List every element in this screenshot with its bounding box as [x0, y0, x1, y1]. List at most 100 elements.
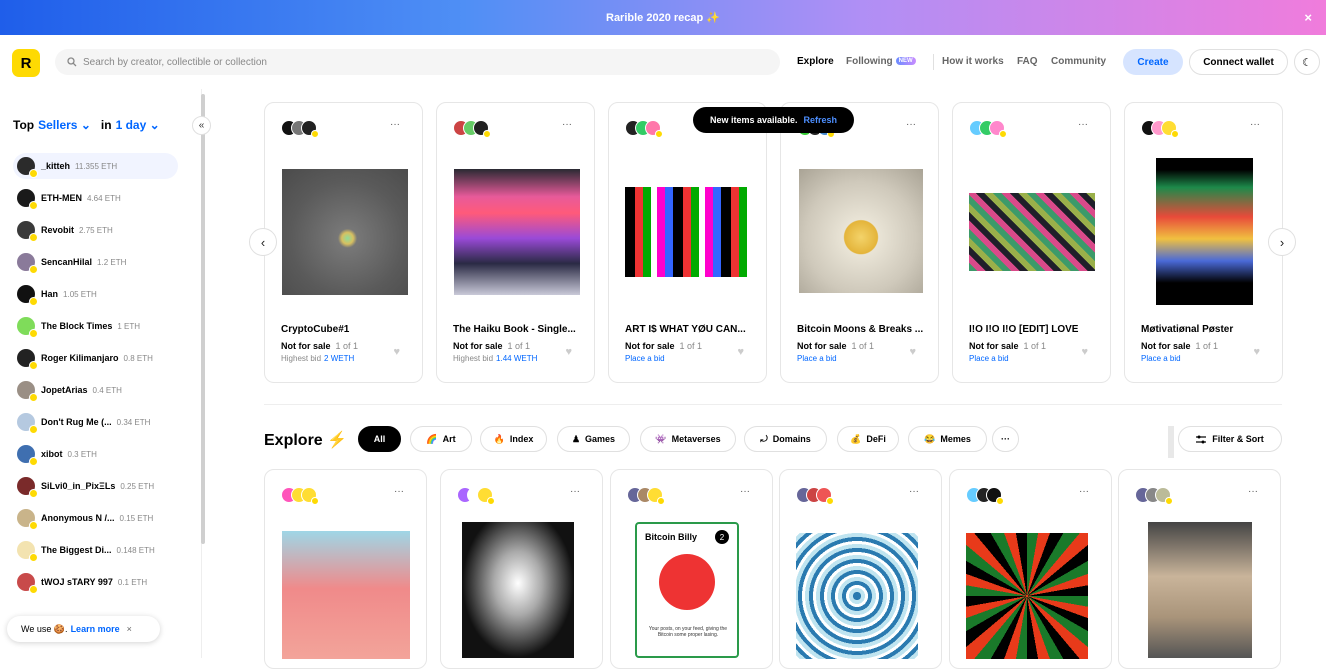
heart-icon[interactable]: ♥ [565, 346, 572, 358]
nft-artwork[interactable] [454, 169, 580, 295]
nav-community[interactable]: Community [1051, 56, 1106, 67]
filter-all[interactable]: All [358, 426, 401, 452]
avatar[interactable] [1155, 487, 1173, 505]
avatar[interactable] [473, 120, 491, 138]
seller-item[interactable]: SiLvi0_in_PixΞLs 0.25 ETH [13, 473, 178, 499]
seller-item[interactable]: tWOJ sTARY 997 0.1 ETH [13, 569, 178, 595]
seller-item[interactable]: The Block Times 1 ETH [13, 313, 178, 339]
filter-index[interactable]: 🔥 Index [480, 426, 547, 452]
place-bid-link[interactable]: Place a bid [1141, 354, 1181, 363]
banner-text[interactable]: Rarible 2020 recap ✨ [606, 11, 720, 24]
more-options-icon[interactable]: ··· [909, 486, 919, 497]
nft-card[interactable]: ···ART I$ WHAT YØU CAN...Not for sale1 o… [608, 102, 767, 383]
learn-more-link[interactable]: Learn more [71, 624, 120, 634]
carousel-next-button[interactable]: › [1268, 228, 1296, 256]
avatar[interactable] [1161, 120, 1179, 138]
nft-card[interactable]: ··· [264, 469, 427, 669]
more-options-icon[interactable]: ··· [740, 486, 750, 497]
nav-explore[interactable]: Explore [797, 56, 834, 67]
nft-card[interactable]: ··· CryptoCube#1 Not for sale 1 of 1 Highest… [264, 102, 423, 383]
more-options-icon[interactable]: ··· [906, 119, 916, 130]
nft-card[interactable]: ··· [779, 469, 942, 669]
filter-domains[interactable]: ⤾ Domains [744, 426, 827, 452]
nft-artwork[interactable] [969, 193, 1095, 271]
nft-artwork[interactable] [462, 522, 574, 658]
moon-icon[interactable]: ☾ [1294, 49, 1320, 75]
nft-card[interactable]: ··· [949, 469, 1112, 669]
promo-banner[interactable]: Rarible 2020 recap ✨ × [0, 0, 1326, 35]
collapse-sidebar-icon[interactable]: « [192, 116, 211, 135]
filter-sort-button[interactable]: Filter & Sort [1178, 426, 1282, 452]
rarible-logo[interactable]: R [12, 49, 40, 77]
refresh-link[interactable]: Refresh [804, 115, 838, 125]
avatar[interactable] [647, 487, 665, 505]
nft-artwork[interactable] [796, 533, 918, 659]
nft-artwork[interactable] [1148, 522, 1252, 658]
nft-title[interactable]: Bitcoin Moons & Breaks ... [797, 324, 927, 335]
nft-title[interactable]: CryptoCube#1 [281, 324, 411, 335]
seller-item[interactable]: Roger Kilimanjaro 0.8 ETH [13, 345, 178, 371]
new-items-toast[interactable]: New items available. Refresh [693, 107, 854, 133]
nav-following[interactable]: Following NEW [846, 56, 916, 67]
seller-item[interactable]: ETH-MEN 4.64 ETH [13, 185, 178, 211]
cookie-close-icon[interactable]: × [127, 624, 132, 634]
nft-card[interactable]: ··· [1118, 469, 1281, 669]
filter-games[interactable]: ♟ Games [557, 426, 630, 452]
seller-item[interactable]: SencanHilal 1.2 ETH [13, 249, 178, 275]
nft-title[interactable]: The Haiku Book - Single... [453, 324, 583, 335]
nft-card[interactable]: ··· Bitcoin Billy 2 Your posts, on your fee… [610, 469, 773, 669]
more-options-icon[interactable]: ··· [1250, 119, 1260, 130]
nft-title[interactable]: ART I$ WHAT YØU CAN... [625, 324, 755, 335]
nft-card[interactable]: ··· I!O I!O I!O [EDIT] LOVE Not for sale 1 … [952, 102, 1111, 383]
more-options-icon[interactable]: ··· [1079, 486, 1089, 497]
more-options-icon[interactable]: ··· [1248, 486, 1258, 497]
nft-artwork[interactable] [966, 533, 1088, 659]
more-options-icon[interactable]: ··· [562, 119, 572, 130]
place-bid-link[interactable]: Place a bid [797, 354, 837, 363]
nav-faq[interactable]: FAQ [1017, 56, 1038, 67]
nft-artwork[interactable] [625, 187, 751, 277]
close-icon[interactable]: × [1304, 10, 1312, 25]
sidebar-scrollbar[interactable] [201, 94, 205, 544]
search-input[interactable]: Search by creator, collectible or collec… [55, 49, 780, 75]
seller-item[interactable]: The Biggest Di... 0.148 ETH [13, 537, 178, 563]
more-categories-button[interactable]: ··· [992, 426, 1019, 452]
place-bid-link[interactable]: Place a bid [969, 354, 1009, 363]
seller-item[interactable]: Revobit 2.75 ETH [13, 217, 178, 243]
avatar[interactable] [989, 120, 1007, 138]
heart-icon[interactable]: ♥ [393, 346, 400, 358]
filter-defi[interactable]: 💰 DeFi [837, 426, 899, 452]
create-button[interactable]: Create [1123, 49, 1183, 75]
carousel-prev-button[interactable]: ‹ [249, 228, 277, 256]
connect-wallet-button[interactable]: Connect wallet [1189, 49, 1288, 75]
nft-artwork[interactable] [1156, 158, 1253, 305]
seller-item[interactable]: xibot 0.3 ETH [13, 441, 178, 467]
nft-card[interactable]: ··· Bitcoin Moons & Breaks ... Not for sal… [780, 102, 939, 383]
heart-icon[interactable]: ♥ [1253, 346, 1260, 358]
more-options-icon[interactable]: ··· [1078, 119, 1088, 130]
period-dropdown[interactable]: 1 day ⌄ [116, 118, 160, 132]
place-bid-link[interactable]: Place a bid [625, 354, 665, 363]
avatar[interactable] [477, 487, 495, 505]
avatar[interactable] [816, 487, 834, 505]
seller-item[interactable]: Han 1.05 ETH [13, 281, 178, 307]
filter-metaverses[interactable]: 👾 Metaverses [640, 426, 736, 452]
heart-icon[interactable]: ♥ [1081, 346, 1088, 358]
nft-card[interactable]: ··· [440, 469, 603, 669]
avatar[interactable] [301, 487, 319, 505]
nft-title[interactable]: I!O I!O I!O [EDIT] LOVE [969, 324, 1099, 335]
avatar[interactable] [986, 487, 1004, 505]
filter-memes[interactable]: 😂 Memes [908, 426, 987, 452]
nft-artwork[interactable] [282, 169, 408, 295]
nft-artwork[interactable]: Bitcoin Billy 2 Your posts, on your feed, … [635, 522, 739, 658]
avatar[interactable] [645, 120, 663, 138]
nft-card[interactable]: ··· Møtivatiønal Pøster Not for sale 1 of 1… [1124, 102, 1283, 383]
seller-item[interactable]: Don't Rug Me (... 0.34 ETH [13, 409, 178, 435]
more-options-icon[interactable]: ··· [394, 486, 404, 497]
nft-title[interactable]: Møtivatiønal Pøster [1141, 324, 1271, 335]
nft-card[interactable]: ··· The Haiku Book - Single... Not for sal… [436, 102, 595, 383]
heart-icon[interactable]: ♥ [737, 346, 744, 358]
nft-artwork[interactable] [282, 531, 410, 659]
avatar[interactable] [301, 120, 319, 138]
seller-item[interactable]: Anonymous N /... 0.15 ETH [13, 505, 178, 531]
